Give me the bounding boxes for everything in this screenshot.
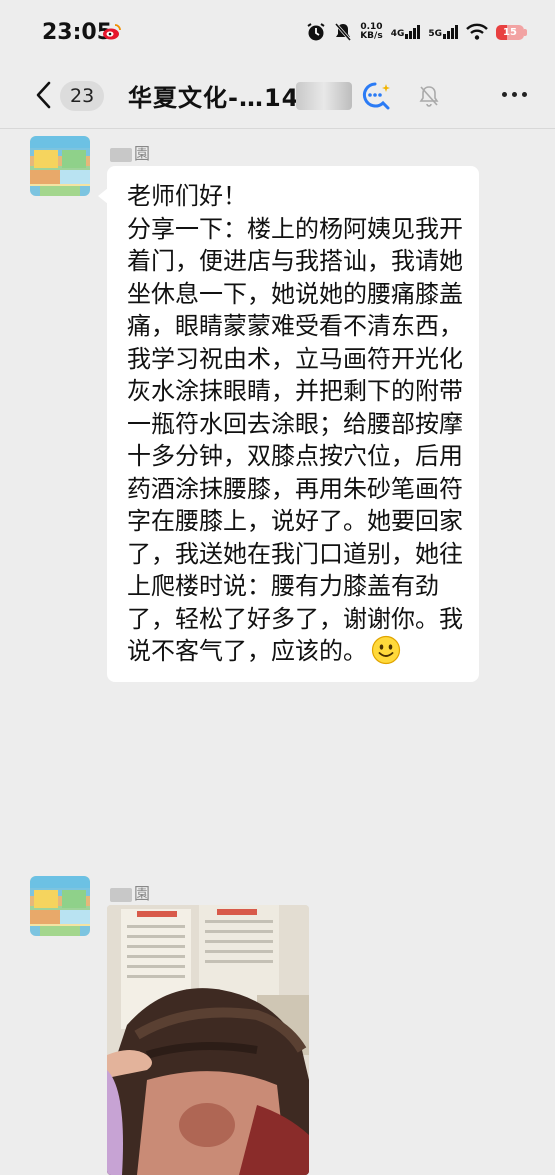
battery-icon: 15 bbox=[496, 24, 527, 40]
back-chevron-icon[interactable] bbox=[34, 80, 54, 110]
chat-header: 23 华夏文化-…14 bbox=[0, 64, 555, 128]
message-bubble[interactable]: 老师们好！ 分享一下：楼上的杨阿姨见我开着门，便进店与我搭讪，我请她坐休息一下，… bbox=[98, 166, 479, 682]
more-options-icon[interactable] bbox=[502, 92, 527, 97]
avatar[interactable] bbox=[30, 136, 90, 196]
weibo-icon bbox=[103, 24, 121, 40]
chat-title: 华夏文化-…14 bbox=[128, 84, 300, 112]
signal-5g: 5G bbox=[428, 25, 458, 39]
muted-bell-icon bbox=[419, 86, 439, 107]
status-bar: 23:05 0.10 KB/s 4G 5G 15 bbox=[0, 0, 555, 64]
status-icons: 0.10 KB/s 4G 5G 15 bbox=[306, 18, 527, 46]
smile-emoji-icon bbox=[371, 635, 401, 665]
network-speed: 0.10 KB/s bbox=[360, 22, 383, 41]
title-redaction bbox=[296, 82, 352, 110]
photo-content bbox=[107, 905, 309, 1175]
alarm-icon bbox=[307, 23, 325, 41]
header-divider bbox=[0, 128, 555, 129]
message-photo[interactable] bbox=[107, 905, 309, 1175]
message-text: 老师们好！ 分享一下：楼上的杨阿姨见我开着门，便进店与我搭讪，我请她坐休息一下，… bbox=[127, 182, 463, 665]
signal-bars-icon bbox=[443, 25, 458, 39]
signal-4g: 4G bbox=[391, 25, 421, 39]
sender-name: 園 bbox=[110, 140, 150, 164]
wifi-icon bbox=[466, 23, 488, 40]
ai-search-icon[interactable] bbox=[360, 80, 392, 112]
status-time: 23:05 bbox=[42, 20, 113, 45]
unread-count-badge[interactable]: 23 bbox=[60, 81, 105, 111]
sender-name: 園 bbox=[110, 880, 150, 904]
avatar[interactable] bbox=[30, 876, 90, 936]
mute-icon bbox=[335, 23, 352, 41]
signal-bars-icon bbox=[405, 25, 421, 39]
